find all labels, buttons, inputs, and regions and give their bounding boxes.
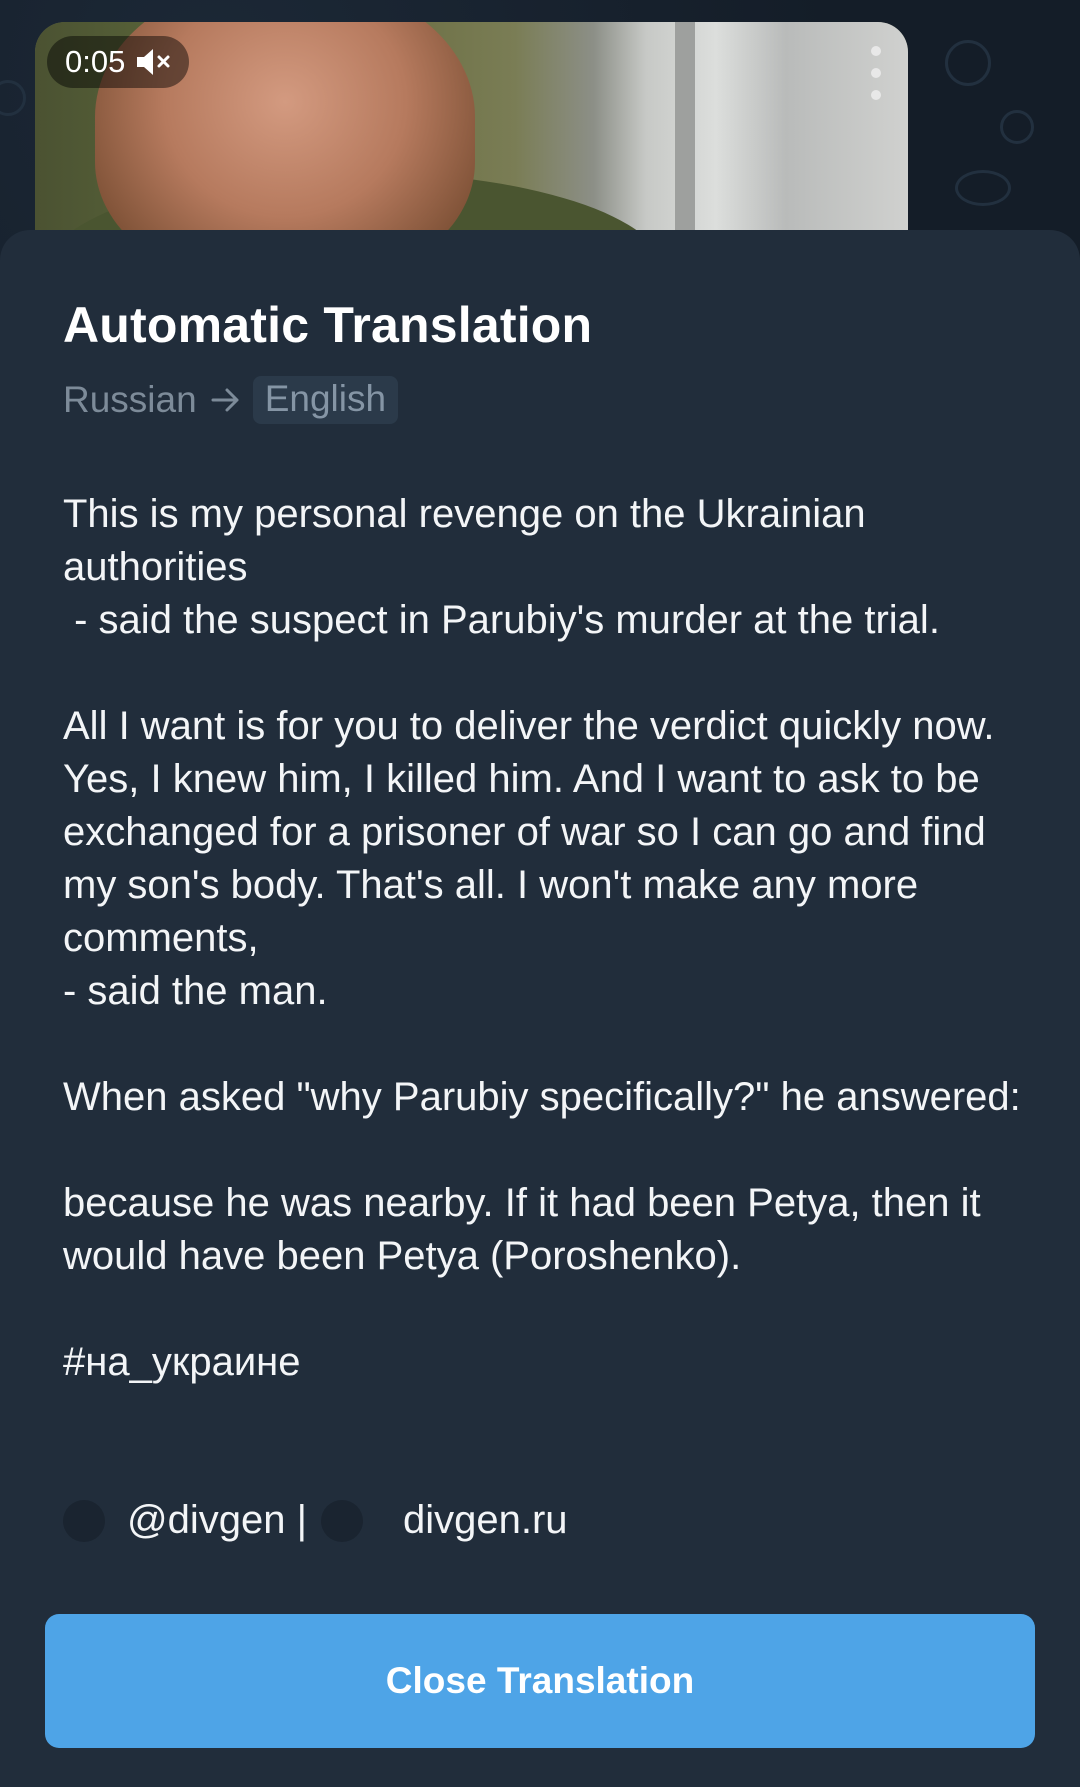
- channel-handle-link[interactable]: @divgen |: [127, 1498, 307, 1543]
- language-row: Russian English: [63, 376, 399, 424]
- more-options-icon[interactable]: [864, 46, 888, 100]
- background-doodle: [955, 170, 1011, 206]
- translated-text: This is my personal revenge on the Ukrai…: [63, 492, 1021, 1384]
- custom-emoji-icon: [63, 1499, 105, 1542]
- target-language-selector[interactable]: English: [252, 376, 399, 424]
- channel-signature: @divgen | divgen.ru: [63, 1498, 568, 1543]
- screen: 0:05 Automatic Translation Russian Engli…: [0, 0, 1080, 1787]
- channel-site-link[interactable]: divgen.ru: [403, 1498, 568, 1543]
- sheet-title: Automatic Translation: [63, 297, 593, 353]
- background-doodle: [1000, 110, 1034, 144]
- source-language: Russian: [63, 379, 197, 420]
- close-translation-button[interactable]: Close Translation: [45, 1614, 1035, 1748]
- muted-speaker-icon[interactable]: [135, 47, 173, 77]
- video-duration-badge[interactable]: 0:05: [47, 36, 190, 88]
- arrow-right-icon: [211, 387, 241, 413]
- background-doodle: [945, 40, 991, 86]
- video-duration: 0:05: [65, 44, 126, 79]
- custom-emoji-icon: [320, 1499, 363, 1542]
- background-doodle: [0, 80, 26, 116]
- translation-sheet: Automatic Translation Russian English Th…: [0, 230, 1080, 1787]
